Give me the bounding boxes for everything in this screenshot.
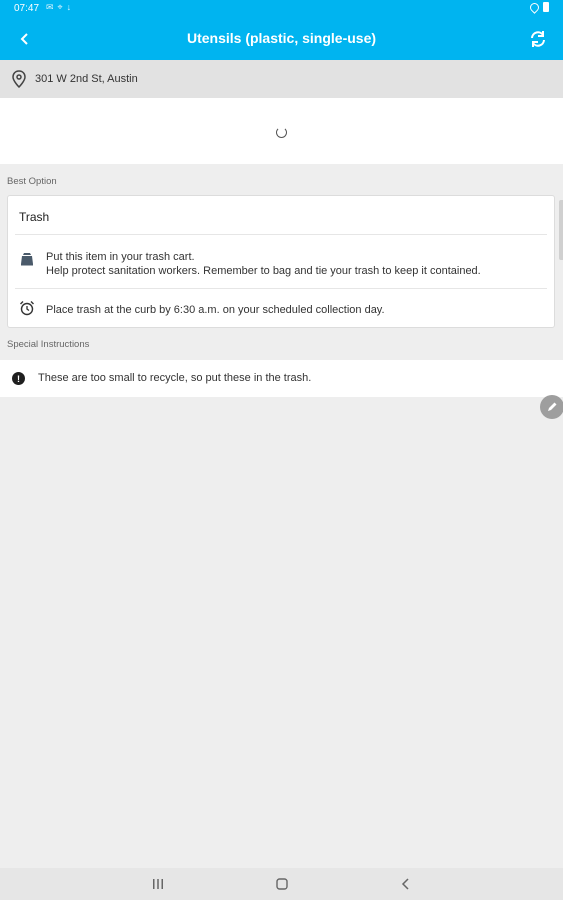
wifi-icon (528, 0, 541, 14)
alarm-clock-icon (20, 301, 34, 316)
location-icon: ⌖ (57, 2, 67, 12)
special-instructions-label: Special Instructions (7, 339, 90, 350)
collection-time-instruction: Place trash at the curb by 6:30 a.m. on … (46, 304, 385, 316)
edit-button[interactable] (540, 395, 563, 419)
divider (15, 234, 547, 235)
loading-spinner-icon (276, 127, 287, 138)
address-text: 301 W 2nd St, Austin (35, 73, 138, 85)
address-bar[interactable]: 301 W 2nd St, Austin (0, 60, 563, 98)
trash-instruction-line2: Help protect sanitation workers. Remembe… (46, 265, 481, 277)
status-notification-icons: ✉⌖↓ (46, 2, 75, 13)
trash-cart-icon (21, 253, 33, 266)
pencil-icon (548, 402, 557, 411)
refresh-icon (531, 31, 545, 47)
nav-back-button[interactable] (396, 876, 416, 892)
home-icon (276, 878, 288, 890)
location-pin-icon (12, 70, 26, 88)
best-option-label: Best Option (7, 176, 57, 187)
battery-icon (543, 2, 549, 12)
trash-instruction: Put this item in your trash cart. Help p… (46, 250, 481, 278)
status-bar: 07:47 ✉⌖↓ (0, 0, 563, 18)
app-bar: Utensils (plastic, single-use) (0, 18, 563, 60)
special-instructions-card: ! These are too small to recycle, so put… (0, 360, 563, 397)
special-instructions-text: These are too small to recycle, so put t… (38, 372, 312, 384)
back-icon (401, 878, 409, 890)
recent-apps-icon (153, 879, 163, 889)
best-option-card: Trash Put this item in your trash cart. … (7, 195, 555, 328)
disposal-method-title: Trash (19, 210, 50, 224)
notification-icon: ✉ (46, 2, 58, 12)
system-nav-bar (0, 868, 563, 900)
alert-icon: ! (12, 372, 25, 385)
status-right-icons (528, 0, 549, 14)
status-time: 07:47 (14, 3, 40, 14)
home-button[interactable] (272, 876, 292, 892)
refresh-button[interactable] (523, 24, 553, 54)
download-icon: ↓ (66, 2, 76, 12)
side-panel-handle[interactable] (559, 200, 563, 260)
divider (15, 288, 547, 289)
page-title: Utensils (plastic, single-use) (186, 30, 377, 46)
recent-apps-button[interactable] (148, 876, 168, 892)
trash-instruction-line1: Put this item in your trash cart. (46, 251, 195, 263)
